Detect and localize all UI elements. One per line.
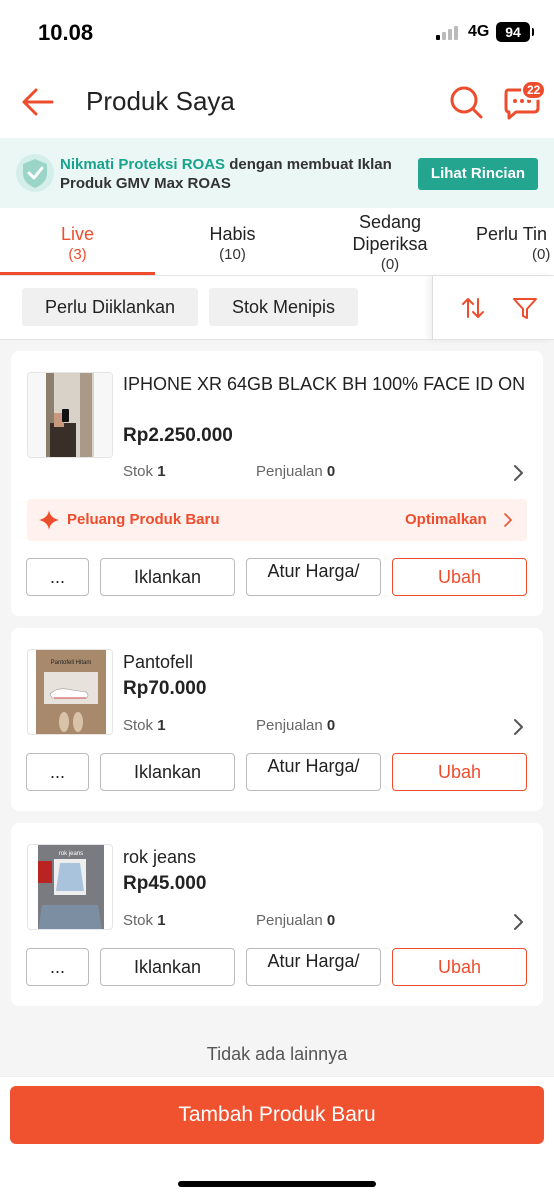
- network-label: 4G: [468, 23, 490, 40]
- tab-count: (10): [219, 246, 246, 263]
- back-arrow-icon[interactable]: [20, 84, 56, 120]
- product-stock: Stok 1: [123, 717, 166, 734]
- sales-value: 0: [326, 717, 336, 734]
- sales-label: Penjualan: [256, 463, 323, 480]
- product-thumbnail[interactable]: rok jeans: [27, 844, 113, 930]
- filter-chip-perlu-diiklankan[interactable]: Perlu Diiklankan: [22, 288, 198, 326]
- status-time: 10.08: [38, 20, 94, 45]
- sort-icon[interactable]: [460, 295, 486, 321]
- tab-count: (3): [68, 246, 87, 263]
- page-title: Produk Saya: [86, 86, 235, 116]
- product-sales: Penjualan 0: [256, 717, 335, 734]
- product-stock: Stok 1: [123, 463, 166, 480]
- product-thumbnail[interactable]: Pantofell Hitam: [27, 649, 113, 735]
- stock-value: 1: [157, 912, 166, 929]
- home-indicator[interactable]: [178, 1181, 376, 1187]
- tab-count: (0): [532, 246, 551, 263]
- battery-icon: 94: [496, 22, 534, 42]
- tab-count: (0): [380, 256, 400, 273]
- stock-value: 1: [157, 717, 166, 734]
- app-header: Produk Saya: [0, 66, 554, 138]
- more-options-button[interactable]: ...: [26, 753, 89, 791]
- rok-jeans-photo-image: rok jeans: [38, 845, 104, 929]
- tab-perlu-tindakan[interactable]: Perlu Tin (0): [470, 208, 554, 276]
- roas-highlight: Nikmati Proteksi ROAS: [60, 156, 226, 173]
- advertise-button[interactable]: Iklankan: [100, 948, 235, 986]
- end-of-list-text: Tidak ada lainnya: [206, 1044, 348, 1064]
- tab-label: Perlu Tin: [476, 224, 548, 244]
- advertise-button[interactable]: Iklankan: [100, 558, 235, 596]
- tab-label: Sedang Diperiksa: [352, 212, 428, 254]
- product-price: Rp2.250.000: [123, 425, 233, 446]
- signal-icon: [436, 24, 462, 40]
- filter-chip-stok-menipis[interactable]: Stok Menipis: [209, 288, 358, 326]
- thumb-caption: Pantofell Hitam: [51, 660, 92, 666]
- thumb-caption: rok jeans: [59, 851, 83, 857]
- stock-label: Stok: [123, 463, 154, 480]
- edit-button[interactable]: Ubah: [392, 948, 527, 986]
- product-price: Rp45.000: [123, 873, 207, 894]
- sales-label: Penjualan: [256, 717, 323, 734]
- opportunity-label: Peluang Produk Baru: [67, 511, 220, 528]
- iphone-photo-image: [28, 373, 112, 457]
- tab-habis[interactable]: Habis (10): [155, 208, 310, 276]
- status-tabs: Live (3) Habis (10) Sedang Diperiksa (0)…: [0, 208, 554, 276]
- product-card: Pantofell Hitam Pantofell Rp70.000 Stok …: [11, 628, 543, 811]
- product-name[interactable]: Pantofell: [123, 650, 528, 674]
- product-card: rok jeans rok jeans Rp45.000 Stok 1 Penj…: [11, 823, 543, 1006]
- product-thumbnail[interactable]: [27, 372, 113, 458]
- product-card: IPHONE XR 64GB BLACK BH 100% FACE ID ON …: [11, 351, 543, 616]
- add-product-button[interactable]: Tambah Produk Baru: [10, 1086, 544, 1144]
- shield-check-icon: [16, 154, 54, 192]
- sparkle-icon: [39, 510, 59, 530]
- tab-sedang-diperiksa[interactable]: Sedang Diperiksa (0): [330, 208, 450, 276]
- chevron-right-icon: [504, 513, 513, 527]
- more-options-button[interactable]: ...: [26, 948, 89, 986]
- chevron-right-icon[interactable]: [511, 464, 525, 482]
- set-price-button[interactable]: Atur Harga/: [246, 558, 381, 596]
- stock-value: 1: [157, 463, 166, 480]
- filter-icon[interactable]: [512, 295, 538, 321]
- search-icon[interactable]: [448, 84, 484, 120]
- set-price-button[interactable]: Atur Harga/: [246, 753, 381, 791]
- pantofell-photo-image: Pantofell Hitam: [36, 650, 106, 734]
- product-stock: Stok 1: [123, 912, 166, 929]
- chat-badge: 22: [521, 80, 547, 100]
- product-name[interactable]: rok jeans: [123, 845, 528, 869]
- tab-live[interactable]: Live (3): [0, 208, 155, 276]
- view-details-button[interactable]: Lihat Rincian: [418, 158, 538, 190]
- product-price: Rp70.000: [123, 678, 207, 699]
- more-options-button[interactable]: ...: [26, 558, 89, 596]
- chevron-right-icon[interactable]: [511, 718, 525, 736]
- optimize-link[interactable]: Optimalkan: [405, 511, 487, 528]
- sales-value: 0: [326, 912, 336, 929]
- tab-label: Live: [60, 224, 95, 244]
- stock-label: Stok: [123, 717, 154, 734]
- product-sales: Penjualan 0: [256, 463, 335, 480]
- advertise-button[interactable]: Iklankan: [100, 753, 235, 791]
- chevron-right-icon[interactable]: [511, 913, 525, 931]
- product-name[interactable]: IPHONE XR 64GB BLACK BH 100% FACE ID ON: [123, 372, 528, 396]
- set-price-button[interactable]: Atur Harga/: [246, 948, 381, 986]
- roas-text: Nikmati Proteksi ROAS dengan membuat Ikl…: [60, 155, 400, 193]
- stock-label: Stok: [123, 912, 154, 929]
- status-bar: 10.08 4G 94: [0, 0, 554, 66]
- edit-button[interactable]: Ubah: [392, 558, 527, 596]
- tab-label: Habis: [209, 224, 256, 244]
- sales-value: 0: [326, 463, 336, 480]
- edit-button[interactable]: Ubah: [392, 753, 527, 791]
- product-sales: Penjualan 0: [256, 912, 335, 929]
- sales-label: Penjualan: [256, 912, 323, 929]
- new-product-opportunity-banner[interactable]: Peluang Produk Baru Optimalkan: [27, 499, 527, 541]
